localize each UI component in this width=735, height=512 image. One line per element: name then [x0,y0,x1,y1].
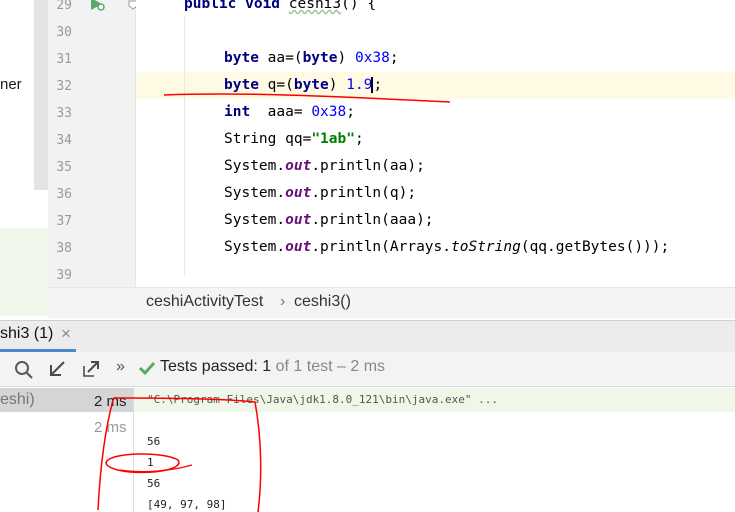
project-panel-partial-label: ner [0,76,22,93]
export-test-results-icon[interactable] [82,360,100,378]
line-number: 32 [56,79,72,94]
search-tests-icon[interactable] [14,360,34,380]
more-actions-button[interactable]: » [116,358,125,376]
line-number: 35 [56,160,72,175]
test-tree-item-name[interactable]: eshi) [0,391,35,409]
code-line-36: System.out.println(q); [224,185,417,201]
import-test-results-icon[interactable] [48,360,66,378]
indent-guide [184,16,185,276]
test-tree-item-time: 2 ms [94,393,127,410]
code-line-35: System.out.println(aa); [224,158,425,174]
line-number: 33 [56,106,72,121]
line-number: 39 [56,268,72,283]
run-tab[interactable]: shi3 (1) [0,325,53,343]
line-number: 36 [56,187,72,202]
breadcrumb-separator: › [280,293,286,310]
code-line-31: byte aa=(byte) 0x38; [224,50,399,66]
project-panel-scrollbar[interactable] [34,0,48,190]
test-status: Tests passed: 1 of 1 test – 2 ms [160,358,385,376]
breadcrumb-class[interactable]: ceshiActivityTest [146,293,263,311]
close-tab-icon[interactable]: × [61,324,71,344]
test-status-count: 1 [262,358,272,375]
run-test-icon[interactable] [88,0,106,12]
line-number: 37 [56,214,72,229]
code-line-38: System.out.println(Arrays.toString(qq.ge… [224,239,670,255]
test-status-detail: of 1 test – 2 ms [271,358,386,375]
code-line-32: byte q=(byte) 1.9; [224,77,383,93]
code-line-37: System.out.println(aaa); [224,212,434,228]
line-number: 31 [56,52,72,67]
code-line-33: int aaa= 0x38; [224,104,355,120]
run-tab-bar [0,320,735,353]
console-line: 56 [147,477,161,490]
line-number: 38 [56,241,72,256]
code-line-34: String qq="1ab"; [224,131,364,147]
test-status-label: Tests passed: [160,358,263,375]
test-tree-item-time: 2 ms [94,419,127,436]
console-line: [49, 97, 98] [147,498,227,511]
code-line-29: public void ceshi3() { [184,0,377,12]
console-line: "C:\Program Files\Java\jdk1.8.0_121\bin\… [147,393,498,406]
breadcrumb-method[interactable]: ceshi3() [294,293,351,311]
line-number: 34 [56,133,72,148]
console-line: 56 [147,435,161,448]
console-line: 1 [147,456,154,469]
project-panel-highlight [0,228,48,316]
check-icon [138,361,156,376]
line-number: 29 [56,0,72,13]
line-number: 30 [56,25,72,40]
